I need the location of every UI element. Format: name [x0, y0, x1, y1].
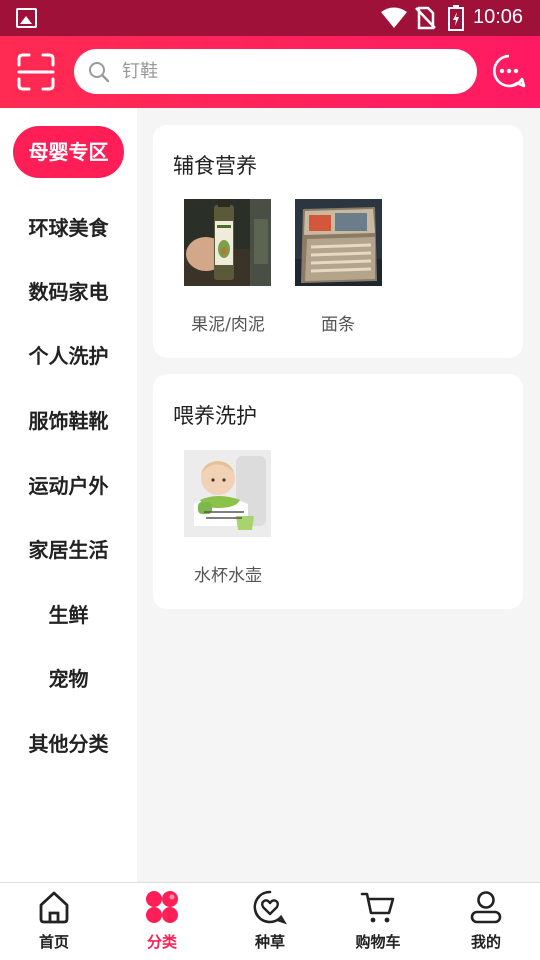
top-header [0, 36, 540, 108]
gallery-notification-icon [16, 8, 37, 28]
tab-home[interactable]: 首页 [0, 883, 108, 960]
home-icon [39, 891, 69, 924]
no-sim-icon [415, 6, 436, 30]
status-bar: 10:06 [0, 0, 540, 36]
category-sidebar: 母婴专区 环球美食 数码家电 个人洗护 服饰鞋靴 运动户外 家居生活 生鲜 宠物… [0, 108, 137, 882]
sidebar-item-home-living[interactable]: 家居生活 [0, 530, 137, 570]
subcategory-card: 辅食营养 果泥/肉泥 面条 [153, 125, 523, 358]
cart-icon [360, 892, 395, 923]
tab-profile[interactable]: 我的 [432, 883, 540, 960]
subcategory-label[interactable]: 面条 [278, 310, 398, 335]
sidebar-item-fresh[interactable]: 生鲜 [0, 595, 137, 635]
search-input[interactable] [122, 49, 462, 94]
product-thumbnail-oil-bottle[interactable] [184, 199, 271, 286]
bottom-tab-bar: 首页 分类 种草 购物车 我的 [0, 882, 540, 960]
scan-icon[interactable] [16, 52, 56, 92]
message-icon[interactable] [492, 54, 526, 88]
sidebar-item-pets[interactable]: 宠物 [0, 659, 137, 699]
sidebar-item-apparel-shoes[interactable]: 服饰鞋靴 [0, 401, 137, 441]
search-bar[interactable] [74, 49, 477, 94]
subcategory-card: 喂养洗护 水杯水壶 [153, 374, 523, 609]
section-title: 辅食营养 [173, 154, 257, 178]
sidebar-item-other[interactable]: 其他分类 [0, 724, 137, 764]
sidebar-item-global-food[interactable]: 环球美食 [0, 208, 137, 248]
status-time: 10:06 [473, 6, 524, 28]
sidebar-item-digital-appliances[interactable]: 数码家电 [0, 272, 137, 312]
battery-icon [448, 5, 464, 31]
product-thumbnail-baby-cup[interactable] [184, 450, 271, 537]
product-thumbnail-noodles[interactable] [295, 199, 382, 286]
tab-label: 分类 [146, 933, 177, 951]
wifi-icon [381, 7, 407, 28]
heart-bubble-icon [253, 890, 287, 925]
tab-category[interactable]: 分类 [108, 883, 216, 960]
category-icon [146, 891, 178, 923]
tab-label: 首页 [38, 933, 69, 951]
tab-cart[interactable]: 购物车 [324, 883, 432, 960]
sidebar-item-maternal-baby[interactable]: 母婴专区 [13, 126, 124, 178]
subcategory-label[interactable]: 水杯水壶 [168, 561, 288, 586]
tab-seeding[interactable]: 种草 [216, 883, 324, 960]
search-icon [89, 62, 110, 83]
section-title: 喂养洗护 [173, 404, 257, 428]
profile-icon [470, 891, 502, 924]
tab-label: 种草 [254, 933, 285, 951]
tab-label: 购物车 [355, 933, 401, 951]
subcategory-label[interactable]: 果泥/肉泥 [168, 310, 288, 335]
tab-label: 我的 [470, 933, 501, 951]
sidebar-item-sports-outdoor[interactable]: 运动户外 [0, 466, 137, 506]
sidebar-item-personal-care[interactable]: 个人洗护 [0, 336, 137, 376]
